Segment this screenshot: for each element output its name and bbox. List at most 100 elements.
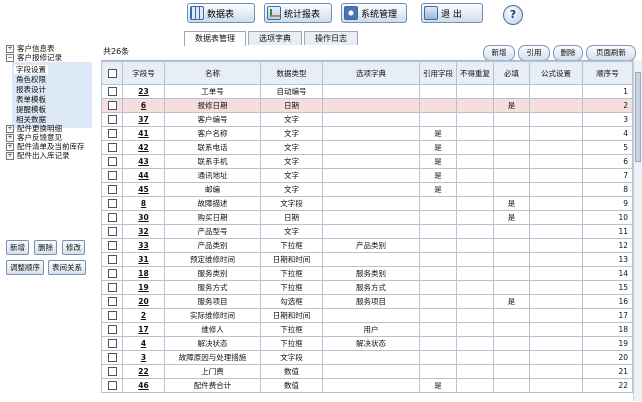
table-row[interactable]: 8 故障描述 文字段 是 9 [101, 196, 633, 211]
sidebar-add-button[interactable]: 新增 [6, 240, 29, 255]
row-select-cell[interactable] [101, 210, 123, 225]
tab-option-dictionary[interactable]: 选项字典 [248, 31, 302, 45]
cell-no[interactable]: 31 [122, 252, 165, 267]
cell-no[interactable]: 44 [122, 168, 165, 183]
page-refresh-button[interactable]: 页面刷新 [586, 45, 636, 61]
tab-table-management[interactable]: 数据表管理 [184, 31, 246, 46]
subitem-report-design[interactable]: 报表设计 [16, 85, 46, 94]
row-checkbox[interactable] [107, 227, 117, 237]
cell-no[interactable]: 4 [122, 336, 165, 351]
row-checkbox[interactable] [107, 213, 117, 223]
table-row[interactable]: 23 工单号 自动编号 1 [101, 84, 633, 99]
cell-no[interactable]: 19 [122, 280, 165, 295]
table-row[interactable]: 33 产品类别 下拉框 产品类别 12 [101, 238, 633, 253]
expand-icon[interactable]: + [6, 143, 14, 151]
col-header[interactable]: 数据类型 [260, 61, 323, 85]
subitem-form-template[interactable]: 表单模板 [16, 95, 46, 104]
delete-field-button[interactable]: 删除 [553, 45, 583, 61]
table-row[interactable]: 31 预定维修时间 日期和时间 13 [101, 252, 633, 267]
row-checkbox[interactable] [107, 157, 117, 167]
row-checkbox[interactable] [107, 325, 117, 335]
row-select-cell[interactable] [101, 294, 123, 309]
col-header[interactable]: 顺序号 [582, 61, 633, 85]
row-checkbox[interactable] [107, 367, 117, 377]
row-select-cell[interactable] [101, 322, 123, 337]
table-row[interactable]: 20 服务项目 勾选框 服务项目是 16 [101, 294, 633, 309]
tree-item-parts-inventory[interactable]: + 配件清单及当前库存 [6, 142, 85, 151]
row-select-cell[interactable] [101, 224, 123, 239]
table-row[interactable]: 22 上门费 数值 21 [101, 364, 633, 379]
subitem-related-data[interactable]: 相关数据 [16, 115, 46, 124]
tree-item-customer-info[interactable]: + 客户信息表 [6, 44, 55, 53]
select-all-cell[interactable] [101, 61, 123, 85]
col-header[interactable]: 必填 [493, 61, 530, 85]
row-select-cell[interactable] [101, 238, 123, 253]
table-row[interactable]: 19 服务方式 下拉框 服务方式 15 [101, 280, 633, 295]
table-row[interactable]: 45 邮编 文字 是 8 [101, 182, 633, 197]
cell-no[interactable]: 43 [122, 154, 165, 169]
cell-no[interactable]: 8 [122, 196, 165, 211]
cell-no[interactable]: 20 [122, 294, 165, 309]
row-select-cell[interactable] [101, 266, 123, 281]
table-row[interactable]: 18 服务类别 下拉框 服务类别 14 [101, 266, 633, 281]
scrollbar-thumb[interactable] [635, 72, 641, 162]
table-row[interactable]: 4 解决状态 下拉框 解决状态 19 [101, 336, 633, 351]
col-header[interactable]: 不得重复 [456, 61, 494, 85]
cell-no[interactable]: 6 [122, 98, 165, 113]
reorder-button[interactable]: 调整顺序 [6, 260, 44, 275]
row-checkbox[interactable] [107, 297, 117, 307]
row-select-cell[interactable] [101, 98, 123, 113]
stats-report-button[interactable]: 统计报表 [264, 3, 332, 23]
row-select-cell[interactable] [101, 336, 123, 351]
sidebar-edit-button[interactable]: 修改 [62, 240, 85, 255]
cell-no[interactable]: 32 [122, 224, 165, 239]
data-table-button[interactable]: 数据表 [187, 3, 255, 23]
sidebar-delete-button[interactable]: 删除 [34, 240, 57, 255]
table-row[interactable]: 30 购买日期 日期 是 10 [101, 210, 633, 225]
expand-icon[interactable]: + [6, 134, 14, 142]
col-header[interactable]: 选项字典 [322, 61, 420, 85]
row-checkbox[interactable] [107, 269, 117, 279]
row-checkbox[interactable] [107, 87, 117, 97]
col-header[interactable]: 字段号 [122, 61, 165, 85]
tree-item-parts-io[interactable]: + 配件出入库记录 [6, 151, 70, 160]
row-checkbox[interactable] [107, 101, 117, 111]
row-checkbox[interactable] [107, 129, 117, 139]
row-checkbox[interactable] [107, 255, 117, 265]
table-row[interactable]: 2 实际维修时间 日期和时间 17 [101, 308, 633, 323]
row-select-cell[interactable] [101, 350, 123, 365]
row-checkbox[interactable] [107, 339, 117, 349]
vertical-scrollbar[interactable] [633, 60, 642, 401]
cell-no[interactable]: 23 [122, 84, 165, 99]
row-select-cell[interactable] [101, 112, 123, 127]
table-row[interactable]: 46 配件费合计 数值 是 22 [101, 378, 633, 393]
table-row[interactable]: 32 产品型号 文字 11 [101, 224, 633, 239]
tree-item-repair-records[interactable]: − 客户报修记录 [6, 53, 62, 62]
cell-no[interactable]: 33 [122, 238, 165, 253]
row-select-cell[interactable] [101, 252, 123, 267]
expand-icon[interactable]: + [6, 45, 14, 53]
exit-button[interactable]: 退 出 [421, 3, 483, 23]
cell-no[interactable]: 30 [122, 210, 165, 225]
help-button[interactable]: ? [503, 5, 523, 25]
row-checkbox[interactable] [107, 381, 117, 391]
table-row[interactable]: 37 客户编号 文字 3 [101, 112, 633, 127]
tab-operation-log[interactable]: 操作日志 [304, 31, 358, 45]
table-row[interactable]: 6 报修日期 日期 是 2 [101, 98, 633, 113]
row-checkbox[interactable] [107, 241, 117, 251]
system-admin-button[interactable]: 系统管理 [341, 3, 407, 23]
row-select-cell[interactable] [101, 196, 123, 211]
row-checkbox[interactable] [107, 353, 117, 363]
row-select-cell[interactable] [101, 84, 123, 99]
row-select-cell[interactable] [101, 168, 123, 183]
cell-no[interactable]: 46 [122, 378, 165, 393]
collapse-icon[interactable]: − [6, 54, 14, 62]
cell-no[interactable]: 2 [122, 308, 165, 323]
tree-item-parts-replace[interactable]: + 配件更换明细 [6, 124, 62, 133]
col-header[interactable]: 公式设置 [529, 61, 583, 85]
cell-no[interactable]: 22 [122, 364, 165, 379]
row-select-cell[interactable] [101, 154, 123, 169]
table-row[interactable]: 17 维修人 下拉框 用户 18 [101, 322, 633, 337]
cell-no[interactable]: 17 [122, 322, 165, 337]
cell-no[interactable]: 41 [122, 126, 165, 141]
